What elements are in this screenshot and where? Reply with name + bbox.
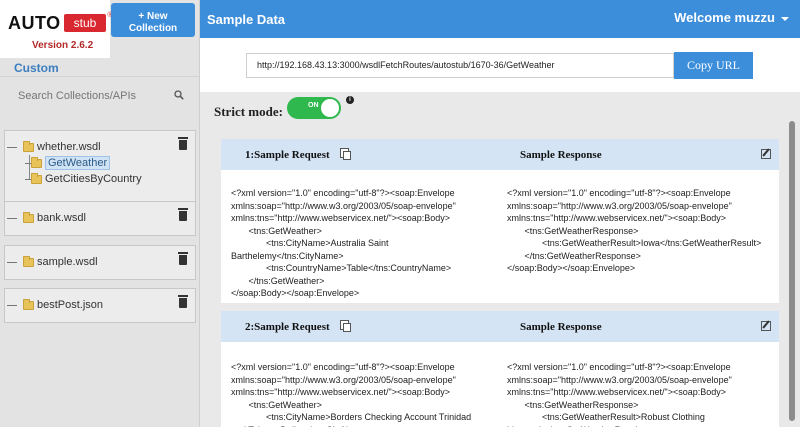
api-item-label: GetWeather — [45, 156, 111, 170]
search-icon[interactable] — [174, 90, 184, 100]
logo-main-text: AUTO — [8, 12, 61, 33]
sample-request-body: <?xml version="1.0" encoding="utf-8"?><s… — [231, 362, 472, 427]
logo-stub-badge: stub — [63, 14, 107, 32]
delete-collection-icon[interactable] — [178, 252, 188, 265]
info-icon[interactable]: i — [346, 96, 354, 104]
app-logo: AUTO stub ® — [8, 12, 113, 34]
tree-connector — [7, 218, 17, 219]
delete-collection-icon[interactable] — [178, 208, 188, 221]
delete-collection-icon[interactable] — [178, 137, 188, 150]
content-scrollbar[interactable] — [786, 92, 800, 427]
collection-name: whether.wsdl — [37, 141, 101, 153]
search-input[interactable] — [18, 90, 168, 102]
strict-mode-toggle[interactable]: ON — [287, 97, 341, 119]
collection-bestpost-json: bestPost.json — [4, 288, 196, 323]
chevron-down-icon — [781, 16, 789, 21]
sample-response-body: <?xml version="1.0" encoding="utf-8"?><s… — [507, 362, 732, 427]
collection-name: bank.wsdl — [37, 212, 86, 224]
collection-bank-wsdl: bank.wsdl — [4, 201, 196, 236]
new-collection-label-line2: Collection — [128, 22, 178, 34]
collection-name: bestPost.json — [37, 299, 104, 311]
url-field[interactable]: http://192.168.43.13:3000/wsdlFetchRoute… — [246, 53, 674, 78]
sidebar: AUTO stub ® Version 2.6.2 + New Collecti… — [0, 0, 200, 427]
edit-icon[interactable] — [761, 321, 771, 331]
divider — [0, 76, 200, 77]
strict-mode-label: Strict mode: — [214, 104, 283, 119]
collection-row[interactable]: bestPost.json — [5, 295, 195, 313]
copy-icon[interactable] — [340, 148, 351, 160]
logo-area: AUTO stub ® Version 2.6.2 — [0, 0, 113, 58]
collection-name: sample.wsdl — [37, 256, 98, 268]
toggle-knob — [321, 99, 339, 117]
api-item-label: GetCitiesByCountry — [45, 173, 142, 185]
copy-icon[interactable] — [340, 320, 351, 332]
top-header: Sample Data Welcome muzzu — [200, 0, 800, 38]
sample-card-1: 1:Sample Request Sample Response <?xml v… — [221, 139, 779, 303]
tree-connector — [7, 305, 17, 306]
tree-connector — [7, 147, 17, 148]
collection-row[interactable]: bank.wsdl — [5, 208, 195, 226]
sample-request-title: 2:Sample Request — [245, 321, 330, 333]
tree-connector — [7, 262, 17, 263]
search-box — [10, 86, 190, 108]
new-collection-label-line1: + New — [138, 10, 168, 22]
welcome-text: Welcome muzzu — [674, 10, 775, 25]
sidebar-section-custom[interactable]: Custom — [14, 61, 59, 75]
collection-row[interactable]: sample.wsdl — [5, 252, 195, 270]
scrollbar-thumb[interactable] — [789, 121, 795, 421]
collection-sample-wsdl: sample.wsdl — [4, 245, 196, 280]
sample-request-title: 1:Sample Request — [245, 149, 330, 161]
delete-collection-icon[interactable] — [178, 295, 188, 308]
page-title: Sample Data — [207, 12, 286, 27]
folder-icon — [23, 255, 34, 267]
sample-card-header: 1:Sample Request Sample Response — [221, 139, 779, 170]
user-menu[interactable]: Welcome muzzu — [674, 10, 789, 25]
sample-card-2: 2:Sample Request Sample Response <?xml v… — [221, 311, 779, 427]
collection-row[interactable]: whether.wsdl — [5, 137, 195, 155]
folder-icon — [31, 172, 42, 184]
sample-response-body: <?xml version="1.0" encoding="utf-8"?><s… — [507, 188, 762, 273]
folder-icon — [31, 156, 42, 168]
folder-icon — [23, 298, 34, 310]
folder-icon — [23, 140, 34, 152]
copy-url-button[interactable]: Copy URL — [674, 52, 753, 79]
sample-request-body: <?xml version="1.0" encoding="utf-8"?><s… — [231, 188, 456, 298]
folder-icon — [23, 211, 34, 223]
url-bar: http://192.168.43.13:3000/wsdlFetchRoute… — [200, 38, 800, 92]
new-collection-button[interactable]: + New Collection — [111, 3, 195, 37]
api-item-getcitiesbycountry[interactable]: GetCitiesByCountry — [5, 171, 195, 187]
edit-icon[interactable] — [761, 149, 771, 159]
sample-response-title: Sample Response — [520, 149, 602, 161]
app-version: Version 2.6.2 — [32, 40, 94, 51]
api-item-getweather[interactable]: GetWeather — [5, 155, 195, 171]
sample-response-title: Sample Response — [520, 321, 602, 333]
sample-card-header: 2:Sample Request Sample Response — [221, 311, 779, 342]
toggle-state-text: ON — [308, 102, 319, 109]
